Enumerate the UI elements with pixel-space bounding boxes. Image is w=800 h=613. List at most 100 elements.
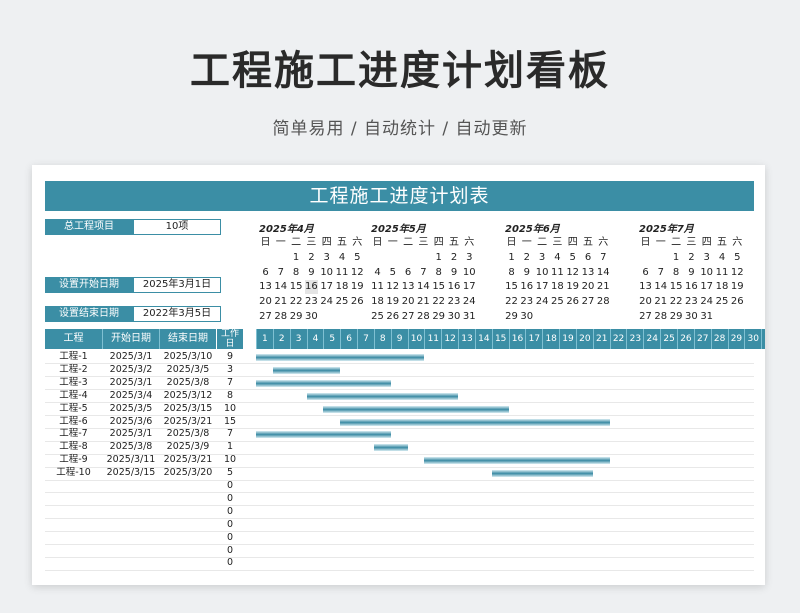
calendar-day[interactable]: 26 — [351, 295, 364, 309]
calendar-day[interactable]: 5 — [351, 251, 364, 265]
calendar-day[interactable]: 19 — [351, 280, 364, 294]
calendar-day[interactable]: 15 — [505, 280, 518, 294]
calendar-day[interactable]: 24 — [463, 295, 476, 309]
calendar-day[interactable]: 31 — [700, 310, 713, 324]
calendar-day[interactable]: 28 — [654, 310, 667, 324]
calendar-day[interactable]: 13 — [639, 280, 652, 294]
calendar-day[interactable]: 31 — [463, 310, 476, 324]
calendar-day[interactable]: 25 — [336, 295, 349, 309]
calendar-day[interactable]: 5 — [731, 251, 744, 265]
calendar-day[interactable]: 10 — [463, 266, 476, 280]
calendar-day[interactable]: 7 — [597, 251, 610, 265]
calendar-day[interactable]: 5 — [386, 266, 399, 280]
calendar-day[interactable]: 1 — [432, 251, 445, 265]
calendar-day[interactable]: 30 — [305, 310, 318, 324]
calendar-day[interactable]: 6 — [639, 266, 652, 280]
calendar-day[interactable]: 18 — [336, 280, 349, 294]
calendar-day[interactable]: 27 — [582, 295, 595, 309]
calendar-day[interactable]: 29 — [505, 310, 518, 324]
calendar-day[interactable]: 23 — [520, 295, 533, 309]
calendar-day[interactable]: 17 — [320, 280, 333, 294]
calendar-day[interactable]: 26 — [566, 295, 579, 309]
calendar-day[interactable]: 20 — [639, 295, 652, 309]
calendar-day[interactable]: 13 — [259, 280, 272, 294]
calendar-day[interactable]: 19 — [566, 280, 579, 294]
calendar-day[interactable]: 16 — [685, 280, 698, 294]
calendar-day[interactable]: 7 — [274, 266, 287, 280]
calendar-day[interactable]: 21 — [417, 295, 430, 309]
calendar-day[interactable]: 2 — [520, 251, 533, 265]
total-projects-value[interactable]: 10项 — [133, 219, 221, 235]
calendar-day[interactable]: 1 — [290, 251, 303, 265]
calendar-day[interactable]: 12 — [351, 266, 364, 280]
calendar-day[interactable]: 16 — [304, 280, 318, 295]
calendar-day[interactable]: 25 — [371, 310, 384, 324]
calendar-day[interactable]: 15 — [290, 280, 303, 294]
calendar-day[interactable]: 29 — [670, 310, 683, 324]
calendar-day[interactable]: 27 — [259, 310, 272, 324]
calendar-day[interactable]: 15 — [670, 280, 683, 294]
calendar-day[interactable]: 26 — [731, 295, 744, 309]
calendar-day[interactable]: 14 — [274, 280, 287, 294]
calendar-day[interactable]: 2 — [305, 251, 318, 265]
calendar-day[interactable]: 13 — [402, 280, 415, 294]
calendar-day[interactable]: 6 — [582, 251, 595, 265]
calendar-day[interactable]: 9 — [520, 266, 533, 280]
calendar-day[interactable]: 5 — [566, 251, 579, 265]
calendar-day[interactable]: 20 — [402, 295, 415, 309]
calendar-day[interactable]: 23 — [448, 295, 461, 309]
calendar-day[interactable]: 10 — [536, 266, 549, 280]
calendar-day[interactable]: 18 — [716, 280, 729, 294]
calendar-day[interactable]: 4 — [716, 251, 729, 265]
calendar-day[interactable]: 27 — [402, 310, 415, 324]
calendar-day[interactable]: 22 — [290, 295, 303, 309]
calendar-day[interactable]: 9 — [305, 266, 318, 280]
calendar-day[interactable]: 12 — [386, 280, 399, 294]
calendar-day[interactable]: 9 — [448, 266, 461, 280]
calendar-day[interactable]: 14 — [654, 280, 667, 294]
calendar-day[interactable]: 8 — [290, 266, 303, 280]
calendar-day[interactable]: 21 — [274, 295, 287, 309]
calendar-day[interactable]: 23 — [685, 295, 698, 309]
calendar-day[interactable]: 17 — [536, 280, 549, 294]
calendar-day[interactable]: 25 — [716, 295, 729, 309]
calendar-day[interactable]: 19 — [386, 295, 399, 309]
calendar-day[interactable]: 28 — [417, 310, 430, 324]
calendar-day[interactable]: 8 — [505, 266, 518, 280]
calendar-day[interactable]: 24 — [700, 295, 713, 309]
calendar-day[interactable]: 29 — [432, 310, 445, 324]
calendar-day[interactable]: 17 — [700, 280, 713, 294]
calendar-day[interactable]: 3 — [320, 251, 333, 265]
calendar-day[interactable]: 30 — [685, 310, 698, 324]
calendar-day[interactable]: 24 — [320, 295, 333, 309]
calendar-day[interactable]: 2 — [685, 251, 698, 265]
calendar-day[interactable]: 21 — [654, 295, 667, 309]
calendar-day[interactable]: 10 — [320, 266, 333, 280]
calendar-day[interactable]: 3 — [700, 251, 713, 265]
calendar-day[interactable]: 12 — [566, 266, 579, 280]
calendar-day[interactable]: 26 — [386, 310, 399, 324]
calendar-day[interactable]: 22 — [432, 295, 445, 309]
calendar-day[interactable]: 23 — [305, 295, 318, 309]
calendar-day[interactable]: 17 — [463, 280, 476, 294]
calendar-day[interactable]: 13 — [582, 266, 595, 280]
calendar-day[interactable]: 3 — [463, 251, 476, 265]
calendar-day[interactable]: 12 — [731, 266, 744, 280]
calendar-day[interactable]: 1 — [505, 251, 518, 265]
calendar-day[interactable]: 16 — [520, 280, 533, 294]
calendar-day[interactable]: 2 — [448, 251, 461, 265]
calendar-day[interactable]: 11 — [336, 266, 349, 280]
calendar-day[interactable]: 11 — [551, 266, 564, 280]
calendar-day[interactable]: 3 — [536, 251, 549, 265]
calendar-day[interactable]: 30 — [520, 310, 533, 324]
calendar-day[interactable]: 29 — [290, 310, 303, 324]
calendar-day[interactable]: 8 — [670, 266, 683, 280]
calendar-day[interactable]: 6 — [259, 266, 272, 280]
calendar-day[interactable]: 14 — [597, 266, 610, 280]
calendar-day[interactable]: 20 — [259, 295, 272, 309]
start-date-field[interactable]: 2025年3月1日 — [133, 277, 221, 293]
calendar-day[interactable]: 4 — [371, 266, 384, 280]
calendar-day[interactable]: 4 — [551, 251, 564, 265]
calendar-day[interactable]: 18 — [551, 280, 564, 294]
calendar-day[interactable]: 14 — [417, 280, 430, 294]
